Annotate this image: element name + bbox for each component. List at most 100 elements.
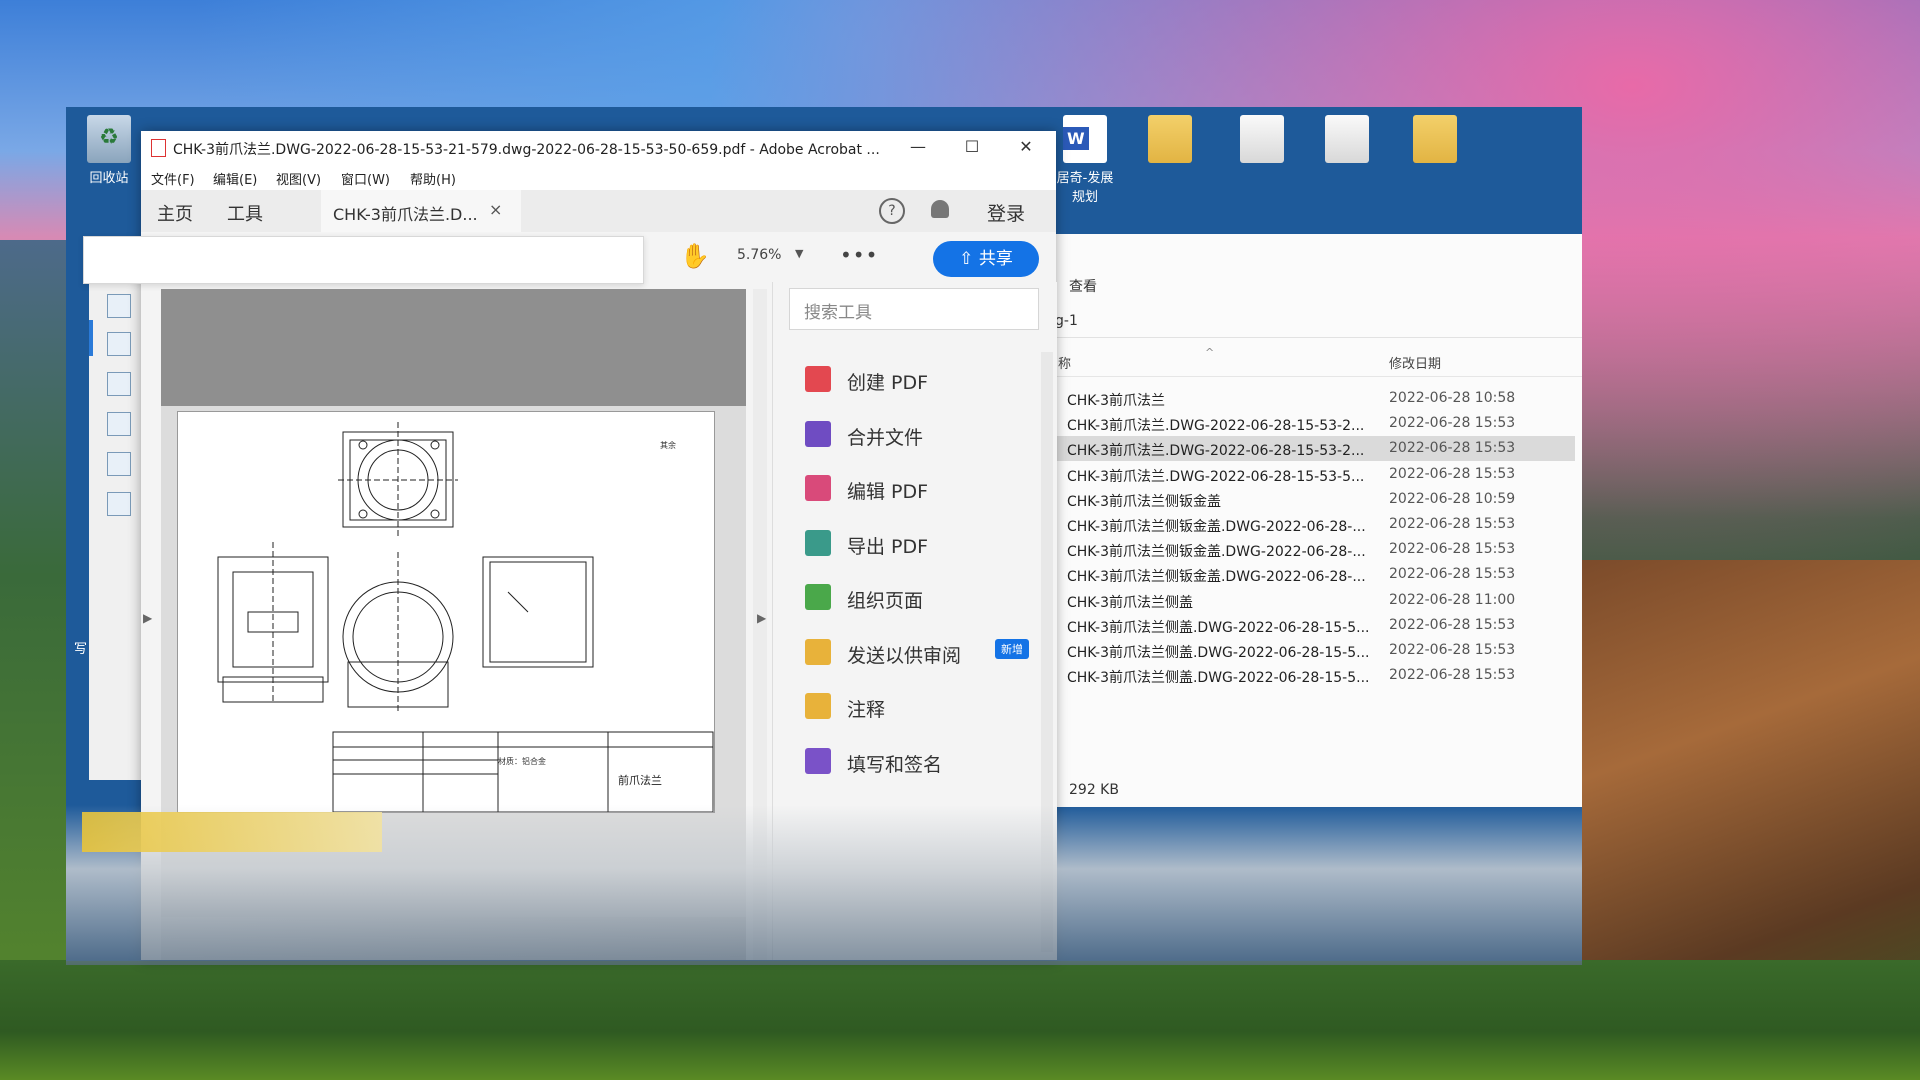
file-row[interactable]: CHK-3前爪法兰侧盖.DWG-2022-06-28-15-5... 2022-0… xyxy=(1055,638,1575,663)
pdf-page[interactable]: 其余 材质：铝合金 前爪法兰 xyxy=(177,411,715,813)
desktop-file[interactable] xyxy=(1310,115,1384,167)
menu-bar: 文件(F) 编辑(E) 视图(V) 窗口(W) 帮助(H) xyxy=(141,164,1056,190)
folder-icon xyxy=(1413,115,1457,163)
chevron-down-icon[interactable]: ▼ xyxy=(795,247,803,260)
file-row[interactable]: CHK-3前爪法兰侧钣金盖.DWG-2022-06-28-... 2022-06-… xyxy=(1055,537,1575,562)
file-name: CHK-3前爪法兰侧盖.DWG-2022-06-28-15-5... xyxy=(1067,645,1370,661)
tool-label: 编辑 PDF xyxy=(847,481,929,503)
file-date: 2022-06-28 15:53 xyxy=(1389,516,1516,532)
find-input[interactable] xyxy=(83,236,644,284)
file-date: 2022-06-28 15:53 xyxy=(1389,616,1516,633)
file-name: CHK-3前爪法兰侧盖 xyxy=(1067,594,1193,611)
help-icon[interactable]: ? xyxy=(879,198,905,224)
file-row[interactable]: CHK-3前爪法兰.DWG-2022-06-28-15-53-2... 2022-… xyxy=(1055,411,1575,436)
document-toolbar: ✋ 5.76% ▼ ••• ⇧ 共享 xyxy=(83,232,1056,284)
file-row[interactable]: CHK-3前爪法兰.DWG-2022-06-28-15-53-5... 2022-… xyxy=(1055,462,1575,487)
minimize-button[interactable]: — xyxy=(897,135,939,159)
view-menu[interactable]: 查看 xyxy=(1069,276,1097,296)
tool-item[interactable]: 注释 xyxy=(805,687,1045,727)
desktop-folder[interactable] xyxy=(1398,115,1472,167)
file-name: CHK-3前爪法兰侧钣金盖.DWG-2022-06-28-... xyxy=(1067,569,1366,586)
tool-icon xyxy=(805,366,831,392)
file-row[interactable]: CHK-3前爪法兰侧钣金盖.DWG-2022-06-28-... 2022-06-… xyxy=(1055,562,1575,587)
maximize-button[interactable]: ☐ xyxy=(951,135,993,159)
tool-label: 创建 PDF xyxy=(847,372,929,394)
file-row[interactable]: CHK-3前爪法兰侧钣金盖.DWG-2022-06-28-... 2022-06-… xyxy=(1055,512,1575,537)
zoom-level[interactable]: 5.76% xyxy=(737,247,781,263)
pdf-file-icon xyxy=(151,139,166,157)
tool-item[interactable]: 组织页面 xyxy=(805,578,1045,618)
file-name: CHK-3前爪法兰侧盖.DWG-2022-06-28-15-5... xyxy=(1067,670,1370,687)
file-name: CHK-3前爪法兰.DWG-2022-06-28-15-53-5... xyxy=(1067,468,1365,485)
file-date: 2022-06-28 15:53 xyxy=(1389,440,1516,457)
file-date: 2022-06-28 15:53 xyxy=(1389,667,1516,684)
thumbnail-icon[interactable] xyxy=(107,294,131,318)
recycle-bin[interactable]: ♻ 回收站 xyxy=(72,115,146,186)
word-doc-label: 居奇-发展 规划 xyxy=(1056,171,1114,205)
tool-item[interactable]: 导出 PDF xyxy=(805,524,1045,564)
search-tools-placeholder: 搜索工具 xyxy=(804,303,872,323)
new-badge: 新增 xyxy=(995,638,1029,659)
address-bar[interactable]: g-1 xyxy=(1055,304,1582,338)
login-button[interactable]: 登录 xyxy=(987,199,1025,226)
menu-file[interactable]: 文件(F) xyxy=(151,169,195,188)
selection-indicator xyxy=(89,320,93,356)
thumbnail-icon[interactable] xyxy=(107,412,131,436)
close-tab-icon[interactable]: × xyxy=(489,200,502,219)
file-date: 2022-06-28 15:53 xyxy=(1389,415,1516,432)
file-row[interactable]: CHK-3前爪法兰侧盖 2022-06-28 11:00 xyxy=(1055,588,1575,613)
address-text: g-1 xyxy=(1055,313,1078,329)
share-label: 共享 xyxy=(978,249,1013,269)
tab-document-label: CHK-3前爪法兰.D... xyxy=(333,205,478,224)
tab-tools[interactable]: 工具 xyxy=(227,200,263,226)
tab-home[interactable]: 主页 xyxy=(157,200,193,226)
drawing-title: 前爪法兰 xyxy=(618,774,662,787)
thumbnail-icon[interactable] xyxy=(107,332,131,356)
menu-edit[interactable]: 编辑(E) xyxy=(213,169,257,188)
close-button[interactable]: ✕ xyxy=(1005,135,1047,159)
file-row[interactable]: CHK-3前爪法兰.DWG-2022-06-28-15-53-2... 2022-… xyxy=(1055,436,1575,462)
sort-up-icon: ^ xyxy=(1205,346,1215,359)
file-date: 2022-06-28 15:53 xyxy=(1389,465,1516,482)
acrobat-left-panel xyxy=(89,282,142,780)
status-size: 292 KB xyxy=(1069,782,1119,798)
drawing-material: 材质：铝合金 xyxy=(498,757,546,766)
search-tools-input[interactable]: 搜索工具 xyxy=(789,288,1039,330)
thumbnail-icon[interactable] xyxy=(107,372,131,396)
recycle-bin-icon: ♻ xyxy=(87,115,131,163)
file-row[interactable]: CHK-3前爪法兰侧盖.DWG-2022-06-28-15-5... 2022-0… xyxy=(1055,613,1575,638)
tool-item[interactable]: 创建 PDF xyxy=(805,360,1045,400)
hand-tool-icon[interactable]: ✋ xyxy=(680,242,710,270)
tab-document[interactable]: CHK-3前爪法兰.D... × xyxy=(321,190,521,232)
bell-icon[interactable] xyxy=(931,200,949,218)
menu-view[interactable]: 视图(V) xyxy=(276,169,321,188)
tool-item[interactable]: 合并文件 xyxy=(805,415,1045,455)
tool-label: 发送以供审阅 xyxy=(847,644,962,667)
file-name: CHK-3前爪法兰.DWG-2022-06-28-15-53-2... xyxy=(1067,443,1365,460)
desktop-file[interactable] xyxy=(1225,115,1299,167)
tool-item[interactable]: 发送以供审阅 新增 xyxy=(805,633,1045,673)
tool-icon xyxy=(805,638,831,665)
desktop-folder[interactable] xyxy=(1133,115,1207,167)
tool-icon xyxy=(805,475,831,501)
tool-item[interactable]: 填写和签名 xyxy=(805,742,1045,782)
file-row[interactable]: CHK-3前爪法兰侧盖.DWG-2022-06-28-15-5... 2022-0… xyxy=(1055,663,1575,688)
tool-label: 合并文件 xyxy=(847,426,924,449)
file-name: CHK-3前爪法兰侧钣金盖.DWG-2022-06-28-... xyxy=(1067,544,1366,561)
column-date-header[interactable]: 修改日期 xyxy=(1389,353,1441,372)
column-name-header[interactable]: 称 xyxy=(1058,353,1071,372)
menu-help[interactable]: 帮助(H) xyxy=(410,169,456,188)
file-row[interactable]: CHK-3前爪法兰侧钣金盖 2022-06-28 10:59 xyxy=(1055,487,1575,512)
tool-item[interactable]: 编辑 PDF xyxy=(805,469,1045,509)
collapse-left-icon[interactable]: ▶ xyxy=(143,611,152,625)
file-row[interactable]: CHK-3前爪法兰 2022-06-28 10:58 xyxy=(1055,386,1575,411)
desktop-word-doc[interactable]: W 居奇-发展 规划 xyxy=(1048,115,1122,205)
more-options-icon[interactable]: ••• xyxy=(840,243,878,267)
share-button[interactable]: ⇧ 共享 xyxy=(933,241,1039,277)
collapse-right-icon[interactable]: ▶ xyxy=(757,611,766,625)
thumbnail-icon[interactable] xyxy=(107,452,131,476)
tool-label: 填写和签名 xyxy=(847,753,943,776)
menu-window[interactable]: 窗口(W) xyxy=(341,169,390,188)
thumbnail-icon[interactable] xyxy=(107,492,131,516)
tool-icon xyxy=(805,747,831,774)
